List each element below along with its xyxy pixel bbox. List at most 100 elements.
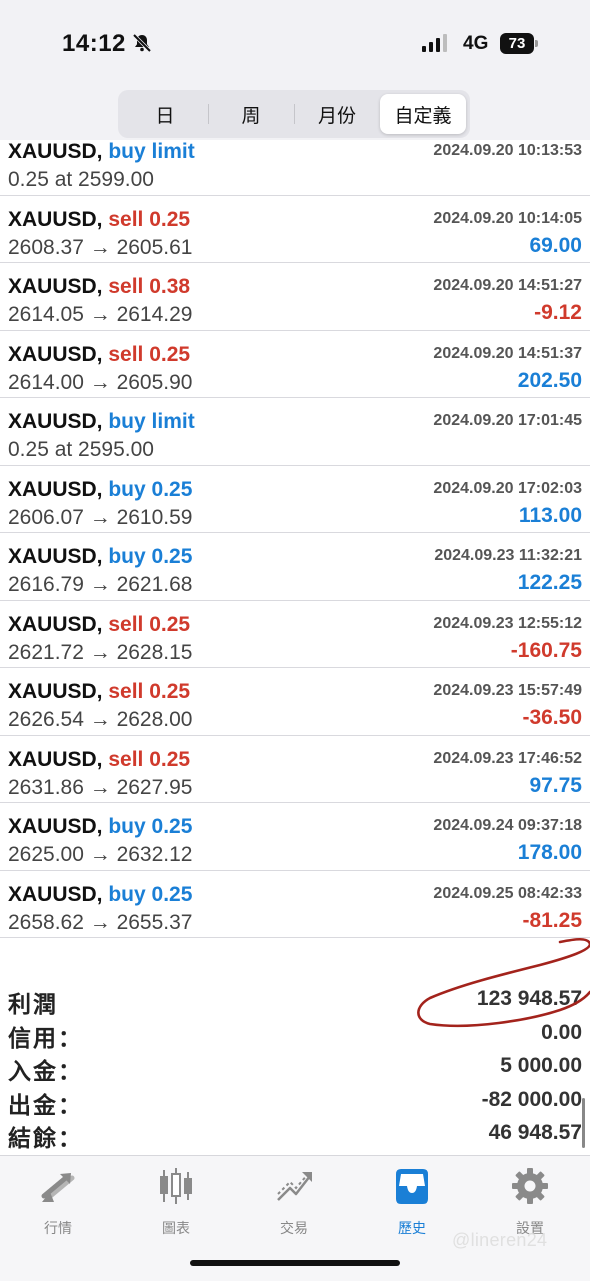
trade-side: buy limit (108, 410, 195, 433)
trade-time: 2024.09.20 10:14:05 (433, 209, 582, 227)
period-week[interactable]: 周 (208, 94, 294, 134)
trade-profit: 202.50 (517, 368, 582, 392)
top-bar: 14:12 4G 73 日 周 月份 自定義 (0, 0, 590, 140)
trade-symbol: XAUUSD, buy 0.25 (8, 882, 193, 906)
trade-price: 2614.05 → 2614.29 (8, 303, 193, 326)
trade-side: buy 0.25 (108, 545, 193, 568)
trade-row[interactable]: XAUUSD, sell 0.25 2024.09.23 17:46:52 2631… (0, 736, 590, 803)
trade-time: 2024.09.20 10:13:53 (433, 142, 582, 159)
summary-row: 入金： 5 000.00 (0, 1049, 590, 1084)
trade-side: sell 0.25 (108, 342, 191, 366)
trade-symbol: XAUUSD, buy 0.25 (8, 477, 193, 501)
tab-trade[interactable]: 交易 (244, 1166, 344, 1236)
trade-time: 2024.09.23 12:55:12 (433, 614, 582, 632)
battery-level: 73 (508, 35, 526, 52)
summary-row: 利潤 123 948.57 (0, 982, 590, 1017)
trade-time: 2024.09.24 09:37:18 (433, 817, 582, 834)
summary-row: 信用： 0.00 (0, 1016, 590, 1051)
trade-history-list: XAUUSD, buy limit 2024.09.20 10:13:53 0.25… (0, 128, 590, 938)
trade-symbol: XAUUSD, sell 0.25 (8, 680, 191, 703)
period-selector: 日 周 月份 自定義 (118, 90, 470, 138)
settings-icon (512, 1168, 548, 1204)
trade-row[interactable]: XAUUSD, buy 0.25 2024.09.20 17:02:03 2606.… (0, 466, 590, 533)
summary-row: 出金： -82 000.00 (0, 1083, 590, 1118)
trade-side: buy 0.25 (108, 815, 193, 838)
summary-row: 結餘： 46 948.57 (0, 1116, 590, 1151)
tab-settings[interactable]: 設置 (480, 1166, 580, 1236)
trade-symbol: XAUUSD, buy limit (8, 410, 195, 433)
trade-price: 2658.62 → 2655.37 (8, 910, 193, 934)
trade-row[interactable]: XAUUSD, sell 0.25 2024.09.20 10:14:05 2608… (0, 196, 590, 263)
quotes-icon (41, 1173, 75, 1202)
trade-symbol: XAUUSD, sell 0.25 (8, 747, 191, 771)
watermark: @lineren24 (452, 1230, 548, 1250)
trade-row[interactable]: XAUUSD, sell 0.25 2024.09.23 15:57:49 2626… (0, 668, 590, 736)
history-icon (396, 1169, 428, 1204)
tab-quotes-label: 行情 (44, 1220, 72, 1236)
summary-value: 123 948.57 (476, 987, 582, 1010)
trade-price: 2614.00 → 2605.90 (8, 370, 193, 394)
summary-value: 0.00 (541, 1020, 582, 1044)
tab-trade-label: 交易 (280, 1220, 308, 1236)
summary-label: 入金： (8, 1058, 83, 1084)
summary-label: 信用： (8, 1024, 83, 1051)
trade-price: 2626.54 → 2628.00 (8, 708, 193, 731)
battery-icon: 73 (500, 33, 538, 54)
trade-side: buy 0.25 (108, 882, 193, 906)
trade-side: sell 0.38 (108, 275, 191, 298)
trade-symbol: XAUUSD, buy 0.25 (8, 545, 193, 568)
period-custom[interactable]: 自定義 (380, 94, 466, 134)
account-summary: 利潤 123 948.57 信用： 0.00 入金： 5 000.00 出金： -82 000… (0, 982, 590, 1151)
summary-label: 結餘： (8, 1125, 83, 1151)
trade-symbol: XAUUSD, sell 0.25 (8, 342, 191, 366)
trade-price: 2608.37 → 2605.61 (8, 235, 193, 259)
trade-row[interactable]: XAUUSD, sell 0.38 2024.09.20 14:51:27 2614… (0, 263, 590, 331)
trade-row[interactable]: XAUUSD, buy 0.25 2024.09.25 08:42:33 2658.… (0, 871, 590, 938)
summary-label: 出金： (8, 1091, 83, 1118)
trade-time: 2024.09.20 14:51:27 (433, 277, 582, 294)
trade-side: buy 0.25 (108, 477, 193, 501)
tab-history-label: 歷史 (398, 1220, 426, 1236)
trade-price: 2621.72 → 2628.15 (8, 640, 193, 664)
trade-time: 2024.09.25 08:42:33 (433, 884, 582, 902)
home-indicator[interactable] (190, 1260, 400, 1266)
network-type: 4G (463, 33, 489, 54)
trade-time: 2024.09.23 15:57:49 (433, 682, 582, 699)
trade-profit: -81.25 (522, 908, 582, 932)
trade-row[interactable]: XAUUSD, sell 0.25 2024.09.20 14:51:37 2614… (0, 331, 590, 398)
trade-profit: -160.75 (510, 638, 582, 662)
tab-quotes[interactable]: 行情 (8, 1166, 108, 1236)
summary-value: 46 948.57 (488, 1121, 582, 1144)
trade-profit: -9.12 (534, 301, 582, 324)
trade-icon (277, 1172, 312, 1201)
tab-chart-label: 圖表 (162, 1220, 190, 1236)
trade-row[interactable]: XAUUSD, buy 0.25 2024.09.23 11:32:21 2616.… (0, 533, 590, 601)
trade-side: sell 0.25 (108, 680, 191, 703)
tab-history[interactable]: 歷史 (362, 1166, 462, 1236)
trade-profit: -36.50 (522, 706, 582, 729)
status-time: 14:12 (62, 30, 126, 57)
trade-row[interactable]: XAUUSD, buy 0.25 2024.09.24 09:37:18 2625.… (0, 803, 590, 871)
trade-price: 2606.07 → 2610.59 (8, 505, 193, 529)
trade-time: 2024.09.20 17:02:03 (433, 479, 582, 497)
trade-profit: 113.00 (518, 503, 582, 527)
trade-time: 2024.09.20 14:51:37 (433, 344, 582, 362)
trade-row[interactable]: XAUUSD, buy limit 2024.09.20 17:01:45 0.25… (0, 398, 590, 466)
summary-label: 利潤 (8, 991, 58, 1017)
trade-price: 0.25 at 2599.00 (8, 168, 154, 191)
trade-profit: 178.00 (517, 841, 582, 864)
summary-value: -82 000.00 (481, 1087, 582, 1111)
period-month[interactable]: 月份 (294, 94, 380, 134)
silent-bell-icon (132, 33, 152, 53)
trade-price: 2616.79 → 2621.68 (8, 573, 193, 596)
tab-chart[interactable]: 圖表 (126, 1166, 226, 1236)
trade-profit: 122.25 (517, 571, 582, 594)
trade-profit: 69.00 (529, 233, 582, 257)
trade-row[interactable]: XAUUSD, sell 0.25 2024.09.23 12:55:12 2621… (0, 601, 590, 668)
trade-time: 2024.09.23 11:32:21 (434, 547, 582, 564)
trade-symbol: XAUUSD, sell 0.25 (8, 207, 191, 231)
chart-icon (160, 1168, 192, 1204)
trade-side: sell 0.25 (108, 207, 191, 231)
scrollbar[interactable] (582, 1098, 585, 1148)
period-day[interactable]: 日 (122, 94, 208, 134)
